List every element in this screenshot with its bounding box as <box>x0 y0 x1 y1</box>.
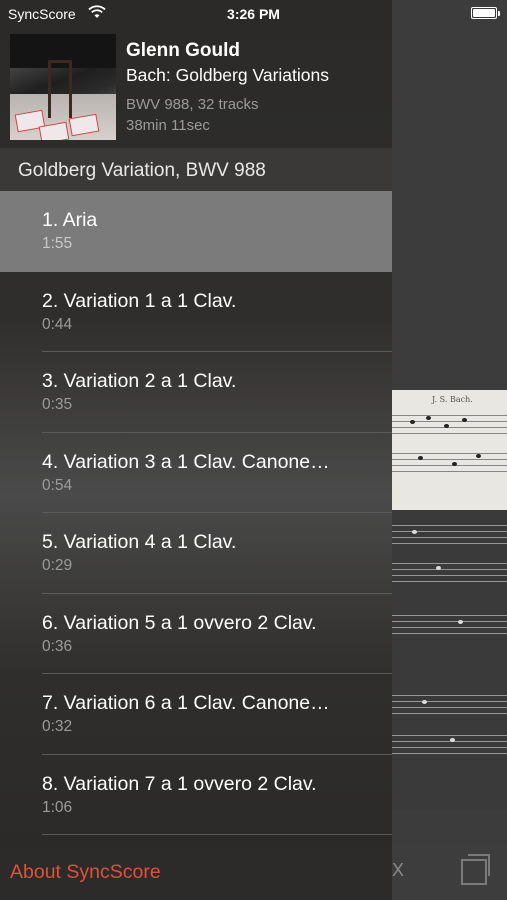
track-row[interactable]: 8. Variation 7 a 1 ovvero 2 Clav. 1:06 <box>0 755 392 835</box>
track-duration: 0:44 <box>42 315 73 333</box>
battery-level <box>473 9 495 17</box>
track-row[interactable]: 2. Variation 1 a 1 Clav. 0:44 <box>0 272 392 352</box>
score-staff <box>392 558 507 584</box>
track-duration: 1:55 <box>42 235 73 252</box>
battery-icon <box>471 7 500 19</box>
track-title: 1. Aria <box>42 209 98 231</box>
album-art <box>10 34 116 140</box>
score-note <box>458 620 463 624</box>
track-title: 7. Variation 6 a 1 Clav. Canone… <box>42 692 330 714</box>
score-note <box>418 456 423 460</box>
row-divider <box>42 834 392 835</box>
score-note <box>452 462 457 466</box>
album-drawer: Glenn Gould Bach: Goldberg Variations BW… <box>0 0 392 900</box>
score-note <box>444 424 449 428</box>
score-page-top: J. S. Bach. <box>392 390 507 510</box>
track-title: 4. Variation 3 a 1 Clav. Canone… <box>42 450 330 473</box>
score-note <box>450 738 455 742</box>
album-title: Bach: Goldberg Variations <box>126 65 329 85</box>
track-row[interactable]: 5. Variation 4 a 1 Clav. 0:29 <box>0 513 392 594</box>
track-duration: 0:36 <box>42 637 73 655</box>
album-header[interactable]: Glenn Gould Bach: Goldberg Variations BW… <box>0 28 392 148</box>
section-title: Goldberg Variation, BWV 988 <box>18 160 266 181</box>
track-title: 6. Variation 5 a 1 ovvero 2 Clav. <box>42 611 317 634</box>
track-list[interactable]: 1. Aria 1:55 2. Variation 1 a 1 Clav. 0:… <box>0 191 392 847</box>
status-bar: SyncScore 3:26 PM <box>0 0 507 28</box>
score-staff <box>392 730 507 756</box>
album-duration: 38min 11sec <box>126 117 210 134</box>
score-note <box>436 566 441 570</box>
album-art-chair <box>48 60 72 118</box>
track-row[interactable]: 4. Variation 3 a 1 Clav. Canone… 0:54 <box>0 433 392 513</box>
score-composer-label: J. S. Bach. <box>432 395 473 404</box>
track-duration: 1:06 <box>42 798 73 816</box>
track-duration: 0:54 <box>42 476 73 494</box>
track-title: 8. Variation 7 a 1 ovvero 2 Clav. <box>42 772 317 795</box>
score-page-lower <box>392 510 507 810</box>
track-row[interactable]: 1. Aria 1:55 <box>0 191 392 272</box>
score-toolbar: X <box>392 846 507 900</box>
close-icon[interactable]: X <box>392 860 404 881</box>
score-staff <box>392 610 507 636</box>
track-title: 3. Variation 2 a 1 Clav. <box>42 370 237 392</box>
score-note <box>422 700 427 704</box>
score-staff <box>392 410 507 436</box>
score-note <box>412 530 417 534</box>
score-note <box>426 416 431 420</box>
pages-icon[interactable] <box>461 854 490 885</box>
syncscore-screen: J. S. Bach. X Glenn Gould Bach: Goldberg… <box>0 0 507 900</box>
score-note <box>410 420 415 424</box>
section-header: Goldberg Variation, BWV 988 <box>0 148 392 191</box>
status-time: 3:26 PM <box>227 6 280 22</box>
score-note <box>476 454 481 458</box>
about-syncscore-link[interactable]: About SyncScore <box>10 861 161 884</box>
track-duration: 0:32 <box>42 718 73 735</box>
track-row[interactable]: 3. Variation 2 a 1 Clav. 0:35 <box>0 352 392 433</box>
track-row[interactable]: 6. Variation 5 a 1 ovvero 2 Clav. 0:36 <box>0 594 392 674</box>
track-duration: 0:29 <box>42 557 73 574</box>
track-title: 5. Variation 4 a 1 Clav. <box>42 531 237 553</box>
album-meta: BWV 988, 32 tracks <box>126 96 259 113</box>
score-staff <box>392 520 507 546</box>
track-duration: 0:35 <box>42 396 73 413</box>
score-note <box>462 418 467 422</box>
artist-name: Glenn Gould <box>126 40 240 61</box>
track-row[interactable]: 7. Variation 6 a 1 Clav. Canone… 0:32 <box>0 674 392 755</box>
drawer-footer: About SyncScore <box>0 847 392 900</box>
score-staff <box>392 690 507 716</box>
track-title: 2. Variation 1 a 1 Clav. <box>42 289 237 312</box>
score-staff <box>392 448 507 474</box>
